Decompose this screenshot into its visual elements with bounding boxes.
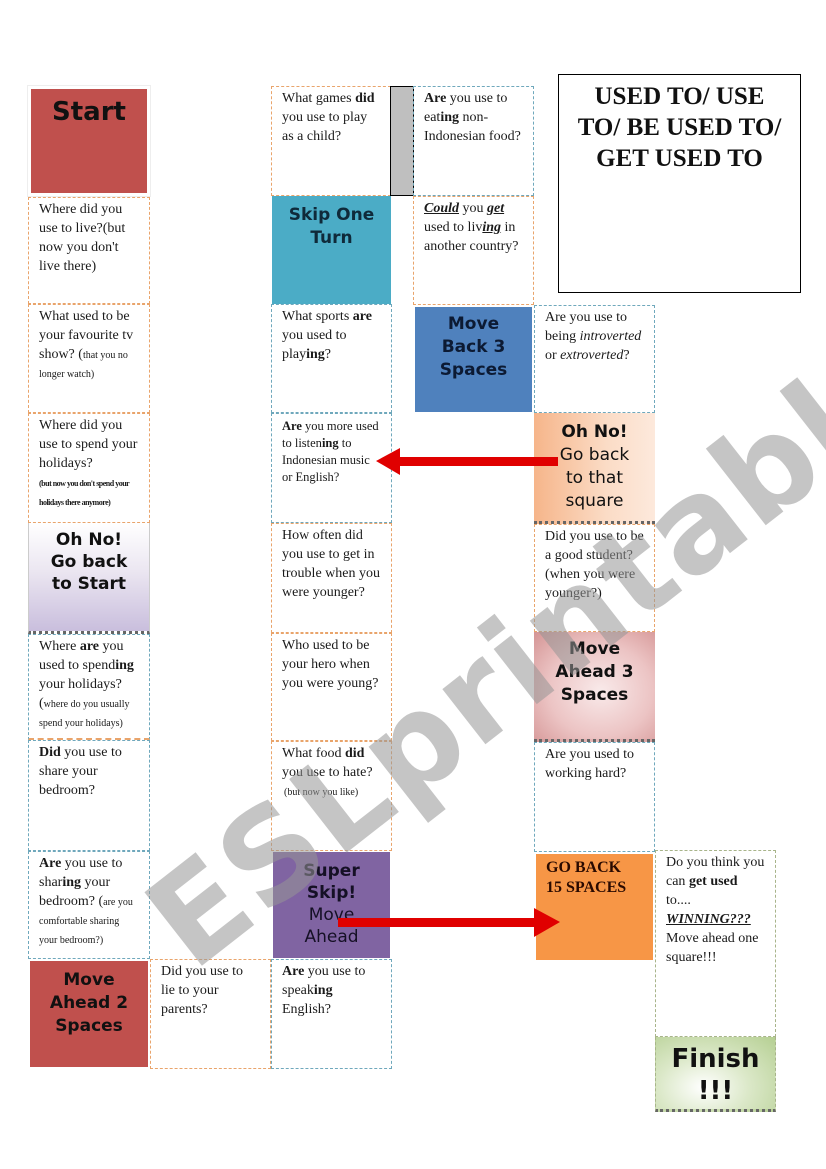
arrow-head-right-icon [534, 908, 560, 937]
square-q-hero: Who used to be your hero when you were y… [271, 633, 392, 741]
arrow-super-skip-forward [338, 908, 560, 937]
question-text: Are you used to working hard? [545, 747, 635, 781]
square-q-sharing: Are you use to sharing your bedroom? (ar… [28, 851, 150, 959]
question-text: Did you use to be a good student? (when … [545, 529, 644, 601]
start-square: Start [27, 85, 151, 197]
square-q-share: Did you use to share your bedroom? [28, 740, 150, 851]
question-text: Who used to be your hero when you were y… [282, 638, 379, 691]
arrow-shaft [398, 457, 558, 466]
title-line-2: TO/ BE USED TO/ [577, 114, 782, 141]
title-line-3: GET USED TO [596, 145, 763, 172]
square-q-tv: What used to be your favourite tv show? … [28, 304, 150, 413]
square-q-winning: Do you think you can get used to.... WIN… [655, 850, 776, 1037]
gray-divider-bar [390, 86, 414, 196]
title-line-1: USED TO/ USE [594, 83, 765, 110]
question-note: (but now you like) [284, 787, 359, 798]
question-text: Where did you use to live?(but now you d… [39, 202, 126, 274]
square-q-lie: Did you use to lie to your parents? [150, 959, 271, 1069]
square-q-spending: Where are you used to spending your holi… [28, 634, 150, 740]
square-q-food: What food did you use to hate? (but now … [271, 741, 392, 851]
move-ahead-2-square: Move Ahead 2 Spaces [28, 959, 150, 1069]
action-line: Go back [50, 552, 128, 572]
question-note: (but now you don't spend your holidays t… [39, 479, 130, 507]
arrow-back-to-listening [376, 448, 558, 475]
go-back-to-start-square: Oh No! Go back to Start [28, 523, 150, 634]
square-q-student: Did you use to be a good student? (when … [534, 524, 655, 632]
square-q-games: What games did you use to play as a chil… [271, 86, 391, 196]
square-q-speaking: Are you use to speaking English? [271, 959, 392, 1069]
finish-square: Finish !!! [655, 1037, 776, 1112]
square-q-working: Are you used to working hard? [534, 742, 655, 852]
arrow-head-left-icon [376, 448, 400, 475]
start-label: Start [52, 97, 126, 127]
square-q-sports: What sports are you used to playing? [271, 304, 392, 413]
question-text: Did you use to lie to your parents? [161, 964, 244, 1017]
arrow-shaft [338, 918, 538, 927]
title-box: USED TO/ USE TO/ BE USED TO/ GET USED TO [558, 74, 801, 293]
move-ahead-3-square: Move Ahead 3 Spaces [534, 632, 655, 742]
square-q-introvert: Are you use to being introverted or extr… [534, 305, 655, 413]
skip-one-turn-square: Skip One Turn [272, 196, 391, 304]
square-q-eating: Are you use to eating non-Indonesian foo… [413, 86, 534, 196]
move-back-3-square: Move Back 3 Spaces [413, 305, 534, 414]
square-q-country: Could you get used to living in another … [413, 196, 534, 305]
action-line: Oh No! [55, 530, 123, 550]
square-q-holidays: Where did you use to spend your holidays… [28, 413, 150, 523]
action-line: to Start [51, 574, 127, 594]
question-note: where do you usually spend your holidays… [39, 699, 130, 729]
square-q-trouble: How often did you use to get in trouble … [271, 523, 392, 633]
question-text: How often did you use to get in trouble … [282, 528, 380, 600]
square-q-live: Where did you use to live?(but now you d… [28, 197, 150, 304]
question-text: Where did you use to spend your holidays… [39, 418, 138, 471]
